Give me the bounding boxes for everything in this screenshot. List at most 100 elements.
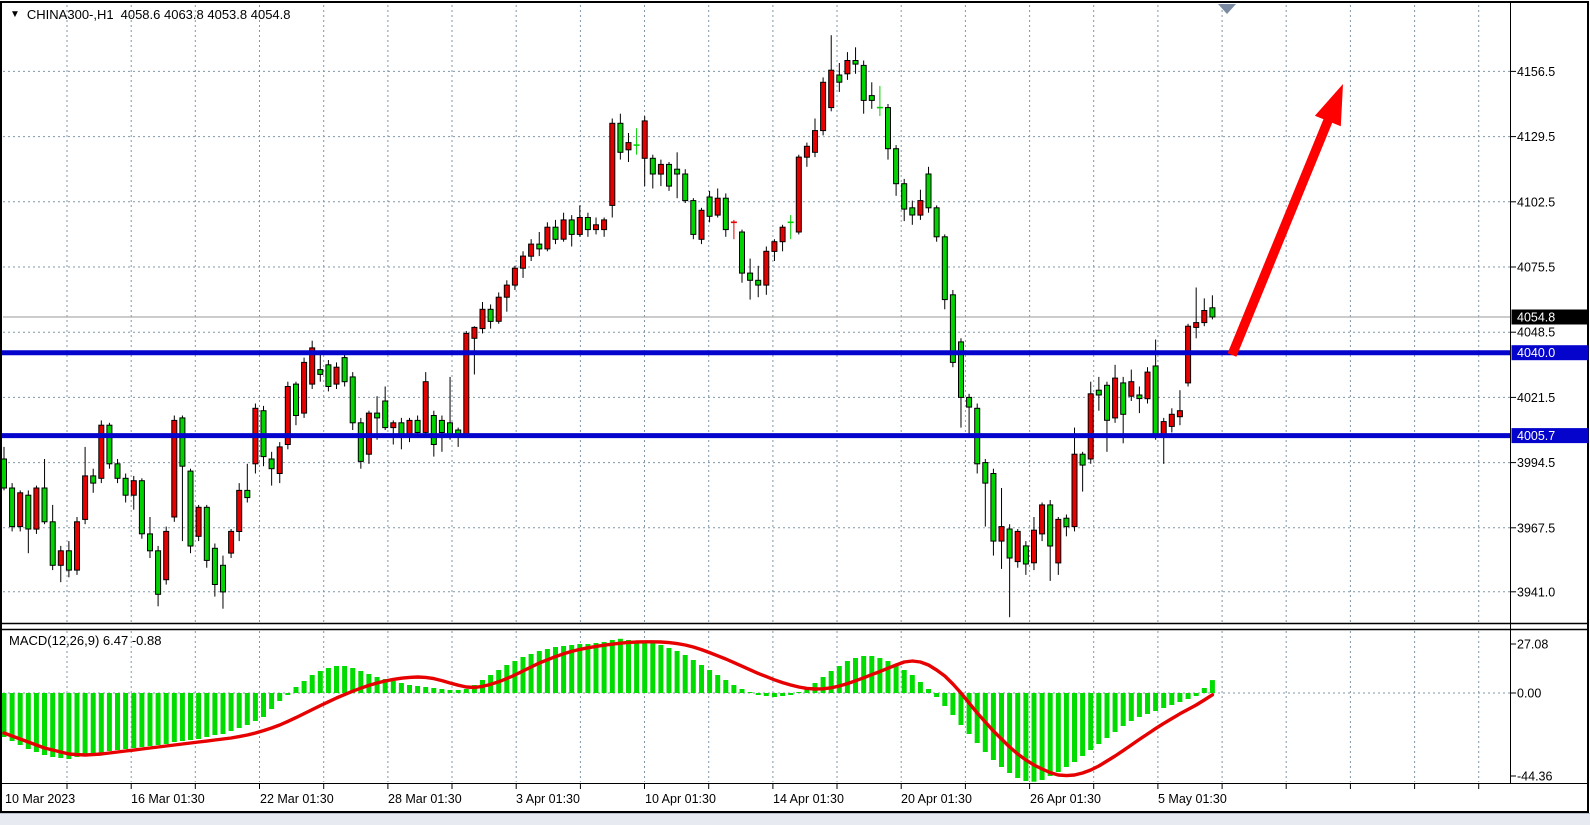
candle <box>131 476 136 510</box>
candle <box>1129 370 1134 401</box>
candle <box>577 205 582 236</box>
macd-histogram-bar <box>1072 693 1077 762</box>
symbol-dropdown-icon[interactable]: ▼ <box>10 8 20 21</box>
macd-histogram-bar <box>837 666 842 693</box>
candle <box>1015 529 1020 568</box>
macd-histogram-bar <box>553 647 558 693</box>
candle <box>650 155 655 189</box>
candle <box>407 418 412 442</box>
candle <box>829 35 834 111</box>
candle <box>34 486 39 534</box>
candle <box>75 517 80 575</box>
macd-histogram-bar <box>675 651 680 693</box>
candle <box>139 478 144 538</box>
candle <box>334 362 339 389</box>
candle <box>164 527 169 585</box>
macd-histogram-bar <box>172 693 177 742</box>
candle <box>285 382 290 450</box>
candle <box>50 505 55 570</box>
candle <box>715 189 720 218</box>
macd-histogram-bar <box>269 693 274 709</box>
candle <box>642 116 647 186</box>
time-tick-label: 14 Apr 01:30 <box>773 792 844 806</box>
candle <box>845 52 850 80</box>
macd-histogram-bar <box>66 693 71 759</box>
chart-canvas[interactable]: 4156.54129.54102.54075.54048.54021.53994… <box>0 0 1590 825</box>
macd-signal-line <box>4 642 1212 776</box>
candle <box>1080 452 1085 492</box>
macd-histogram-bar <box>1153 693 1158 711</box>
candle <box>748 259 753 300</box>
macd-histogram-bar <box>310 675 315 693</box>
macd-histogram-bar <box>642 641 647 693</box>
candle <box>658 160 663 187</box>
macd-histogram-bar <box>318 671 323 693</box>
candle <box>1113 365 1118 423</box>
macd-histogram-bar <box>772 693 777 697</box>
macd-histogram-bar <box>910 675 915 693</box>
macd-histogram-bar <box>464 689 469 693</box>
candle <box>488 304 493 328</box>
candle <box>894 145 899 196</box>
time-scale[interactable]: 10 Mar 202316 Mar 01:3022 Mar 01:3028 Ma… <box>5 784 1479 806</box>
macd-axis-label: -44.36 <box>1517 770 1552 784</box>
candle <box>294 382 299 426</box>
price-scale[interactable]: 4156.54129.54102.54075.54048.54021.53994… <box>1510 65 1589 784</box>
symbol-timeframe-label: CHINA300-,H1 <box>27 7 114 22</box>
price-tick-label: 4048.5 <box>1517 326 1555 340</box>
candle <box>310 341 315 389</box>
macd-histogram-bar <box>658 645 663 693</box>
macd-histogram-bar <box>610 640 615 693</box>
candle <box>58 546 63 582</box>
candle <box>277 442 282 483</box>
macd-axis-label: 0.00 <box>1517 687 1541 701</box>
price-tick-label: 3941.0 <box>1517 585 1555 599</box>
macd-histogram-bar <box>115 693 120 750</box>
candle <box>42 459 47 524</box>
macd-histogram-bar <box>1064 693 1069 767</box>
macd-histogram-bar <box>1096 693 1101 744</box>
candle <box>602 218 607 237</box>
candle <box>634 128 640 155</box>
macd-histogram-bar <box>439 689 444 693</box>
candle <box>383 387 388 431</box>
chart-title: ▼CHINA300-,H14058.6 4063.8 4053.8 4054.8 <box>10 7 291 22</box>
candle <box>221 556 226 609</box>
macd-histogram-bar <box>123 693 128 749</box>
macd-histogram-bar <box>188 693 193 740</box>
candle <box>1202 298 1207 326</box>
candle <box>1064 515 1069 537</box>
macd-histogram-bar <box>253 693 258 721</box>
macd-histogram-bar <box>537 651 542 693</box>
candle <box>1169 408 1174 432</box>
macd-histogram-bar <box>391 681 396 693</box>
price-tick-label: 3994.5 <box>1517 456 1555 470</box>
macd-histogram-bar <box>1105 693 1110 738</box>
candle <box>910 201 915 225</box>
trend-arrow[interactable] <box>1232 84 1343 355</box>
macd-histogram-bar <box>148 693 153 746</box>
macd-histogram-bar <box>107 693 112 751</box>
candle <box>18 490 23 531</box>
macd-histogram-bar <box>277 693 282 701</box>
macd-histogram-bar <box>1015 693 1020 778</box>
macd-histogram-bar <box>1023 693 1028 781</box>
macd-histogram-bar <box>164 693 169 744</box>
candle <box>983 459 988 527</box>
macd-histogram-bar <box>180 693 185 741</box>
price-tick-label: 4021.5 <box>1517 391 1555 405</box>
macd-histogram-bar <box>950 693 955 715</box>
macd-histogram-bar <box>399 683 404 693</box>
candle <box>861 61 866 114</box>
macd-histogram-bar <box>650 643 655 693</box>
candle <box>796 155 801 235</box>
macd-histogram-bar <box>942 693 947 706</box>
macd-histogram-bar <box>423 687 428 693</box>
price-tick-label: 3967.5 <box>1517 521 1555 535</box>
macd-histogram-bar <box>926 689 931 693</box>
macd-histogram-bar <box>853 658 858 693</box>
candle <box>683 169 688 203</box>
chart-shift-marker-icon[interactable] <box>1218 4 1236 14</box>
macd-histogram-bar <box>691 660 696 693</box>
candle <box>804 143 809 167</box>
